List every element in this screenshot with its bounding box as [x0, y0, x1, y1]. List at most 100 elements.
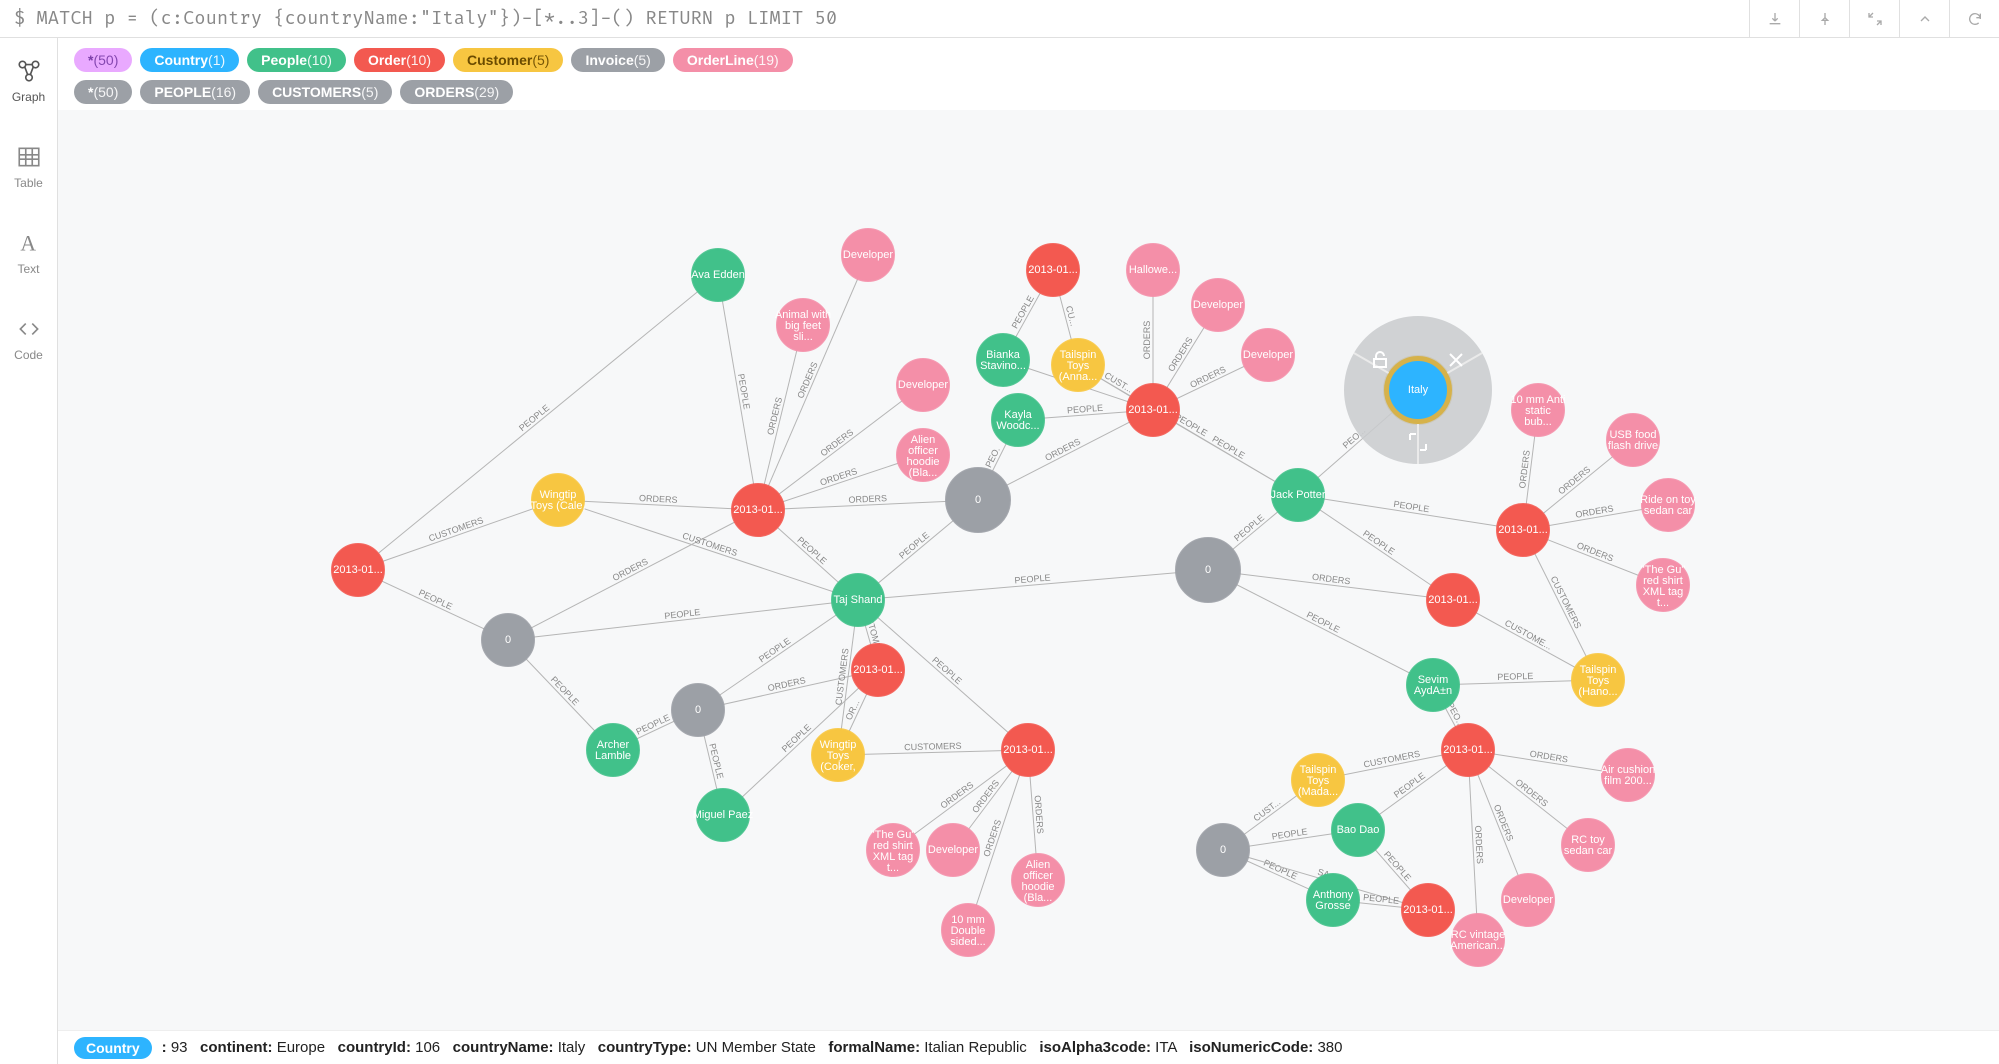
node-orderline[interactable]: Developer [1502, 874, 1554, 926]
view-code[interactable]: Code [0, 296, 57, 382]
edge[interactable] [758, 500, 978, 510]
node-orderline[interactable]: 10 mm Antistaticbub... [1510, 384, 1565, 436]
rel-pill-ORDERS[interactable]: ORDERS(29) [400, 80, 513, 104]
node-people[interactable]: Taj Shand [832, 574, 884, 626]
pin-button[interactable] [1799, 0, 1849, 37]
node-orderline[interactable]: 10 mmDoublesided... [942, 904, 994, 956]
edge-label: ORDERS [1514, 777, 1550, 809]
view-graph-label: Graph [12, 90, 45, 104]
edge-label: PEOPLE [517, 403, 551, 434]
node-orderline[interactable]: Developer [1192, 279, 1244, 331]
node-orderline[interactable]: RC toysedan car [1562, 819, 1614, 871]
node-people[interactable]: Bao Dao [1332, 804, 1384, 856]
label-pill-star[interactable]: *(50) [74, 48, 132, 72]
node-orderline[interactable]: "The Gu"red shirtXML tagt... [867, 824, 919, 876]
edge[interactable] [508, 510, 758, 640]
caret-up-button[interactable] [1899, 0, 1949, 37]
node-people[interactable]: AnthonyGrosse [1307, 874, 1359, 926]
edge[interactable] [1208, 570, 1433, 685]
node-orderline[interactable]: Developer [927, 824, 979, 876]
node-order[interactable]: 2013-01... [1497, 504, 1549, 556]
rel-pill-star[interactable]: *(50) [74, 80, 132, 104]
edge[interactable] [698, 670, 878, 710]
node-order[interactable]: 2013-01... [1402, 884, 1454, 936]
cypher-query[interactable]: $ MATCH p = (c:Country {countryName:"Ita… [0, 7, 1749, 30]
edge[interactable] [558, 500, 858, 600]
view-table[interactable]: Table [0, 124, 57, 210]
node-orderline[interactable]: Alienofficerhoodie(Bla... [1012, 854, 1064, 906]
label-pill-Invoice[interactable]: Invoice(5) [571, 48, 664, 72]
node-orderline[interactable]: Air cushionfilm 200... [1601, 749, 1655, 801]
edge[interactable] [758, 325, 803, 510]
rel-pill-CUSTOMERS[interactable]: CUSTOMERS(5) [258, 80, 392, 104]
edge-label: CUSTOMERS [1363, 749, 1421, 770]
edge[interactable] [1208, 570, 1453, 600]
edge-label: PEOPLE [780, 722, 813, 754]
node-customer[interactable]: TailspinToys(Mada... [1292, 754, 1344, 806]
edge[interactable] [358, 275, 718, 570]
node-people[interactable]: Jack Potter [1270, 469, 1325, 521]
node-order[interactable]: 2013-01... [1442, 724, 1494, 776]
node-customer[interactable]: TailspinToys(Hano... [1572, 654, 1624, 706]
node-order[interactable]: 2013-01... [1127, 384, 1179, 436]
node-order[interactable]: 2013-01... [852, 644, 904, 696]
node-people[interactable]: ArcherLamble [587, 724, 639, 776]
node-orderline[interactable]: Animal withbig feetsli... [775, 299, 831, 351]
node-orderline[interactable]: Developer [897, 359, 949, 411]
collapse-button[interactable] [1849, 0, 1899, 37]
download-button[interactable] [1749, 0, 1799, 37]
node-customer[interactable]: TailspinToys(Anna... [1052, 339, 1104, 391]
node-invoice[interactable]: 0 [1197, 824, 1249, 876]
node-people[interactable]: SevimAydA±n [1407, 659, 1459, 711]
label-pill-OrderLine[interactable]: OrderLine(19) [673, 48, 793, 72]
edge-label: PEOPLE [1271, 826, 1308, 841]
node-order[interactable]: 2013-01... [1427, 574, 1479, 626]
node-orderline[interactable]: Developer [842, 229, 894, 281]
selected-label-chip[interactable]: Country [74, 1037, 152, 1059]
view-text[interactable]: A Text [0, 210, 57, 296]
node-invoice[interactable]: 0 [946, 468, 1010, 532]
node-orderline[interactable]: Alienofficerhoodie(Bla... [897, 429, 949, 481]
node-orderline[interactable]: Ride on toysedan car [1640, 479, 1696, 531]
node-invoice[interactable]: 0 [482, 614, 534, 666]
edge[interactable] [858, 570, 1208, 600]
edge[interactable] [1298, 495, 1523, 530]
node-order[interactable]: 2013-01... [1027, 244, 1079, 296]
node-order[interactable]: 2013-01... [332, 544, 384, 596]
label-pill-Order[interactable]: Order(10) [354, 48, 445, 72]
node-people[interactable]: KaylaWoodc... [992, 394, 1044, 446]
label-pill-Country[interactable]: Country(1) [140, 48, 239, 72]
edge[interactable] [1468, 750, 1478, 940]
node-customer[interactable]: WingtipToys(Coker, [812, 729, 864, 781]
edge[interactable] [698, 600, 858, 710]
node-invoice[interactable]: 0 [1176, 538, 1240, 602]
rel-pill-PEOPLE[interactable]: PEOPLE(16) [140, 80, 250, 104]
svg-text:A: A [20, 232, 36, 256]
graph-canvas[interactable]: PEO...PEOPLECUSTOMERSPEOPLEPEOPLEPEOPLEO… [58, 110, 1999, 1030]
node-order[interactable]: 2013-01... [1002, 724, 1054, 776]
edge[interactable] [718, 275, 758, 510]
label-pill-People[interactable]: People(10) [247, 48, 346, 72]
rel-type-pills: *(50) PEOPLE(16) CUSTOMERS(5) ORDERS(29) [74, 80, 1983, 104]
label-pill-Customer[interactable]: Customer(5) [453, 48, 563, 72]
node-orderline[interactable]: "The Gu"red shirtXML tagt... [1637, 559, 1689, 611]
node-invoice[interactable]: 0 [672, 684, 724, 736]
edge-label: PEOPLE [635, 712, 672, 736]
edge[interactable] [838, 750, 1028, 755]
node-orderline[interactable]: RC vintageAmerican... [1450, 914, 1506, 966]
graph-svg[interactable]: PEO...PEOPLECUSTOMERSPEOPLEPEOPLEPEOPLEO… [58, 110, 1999, 1030]
node-people[interactable]: Ava Edden [691, 249, 745, 301]
edge[interactable] [558, 500, 758, 510]
node-orderline[interactable]: Hallowe... [1127, 244, 1179, 296]
edge[interactable] [508, 600, 858, 640]
node-orderline[interactable]: USB foodflash drive [1607, 414, 1659, 466]
view-graph[interactable]: Graph [0, 38, 57, 124]
node-people[interactable]: Miguel Paez [693, 789, 754, 841]
edge[interactable] [758, 255, 868, 510]
rerun-button[interactable] [1949, 0, 1999, 37]
node-people[interactable]: BiankaStavino... [977, 334, 1029, 386]
node-customer[interactable]: WingtipToys (Cale, [530, 474, 585, 526]
edge[interactable] [358, 500, 558, 570]
node-order[interactable]: 2013-01... [732, 484, 784, 536]
node-orderline[interactable]: Developer [1242, 329, 1294, 381]
